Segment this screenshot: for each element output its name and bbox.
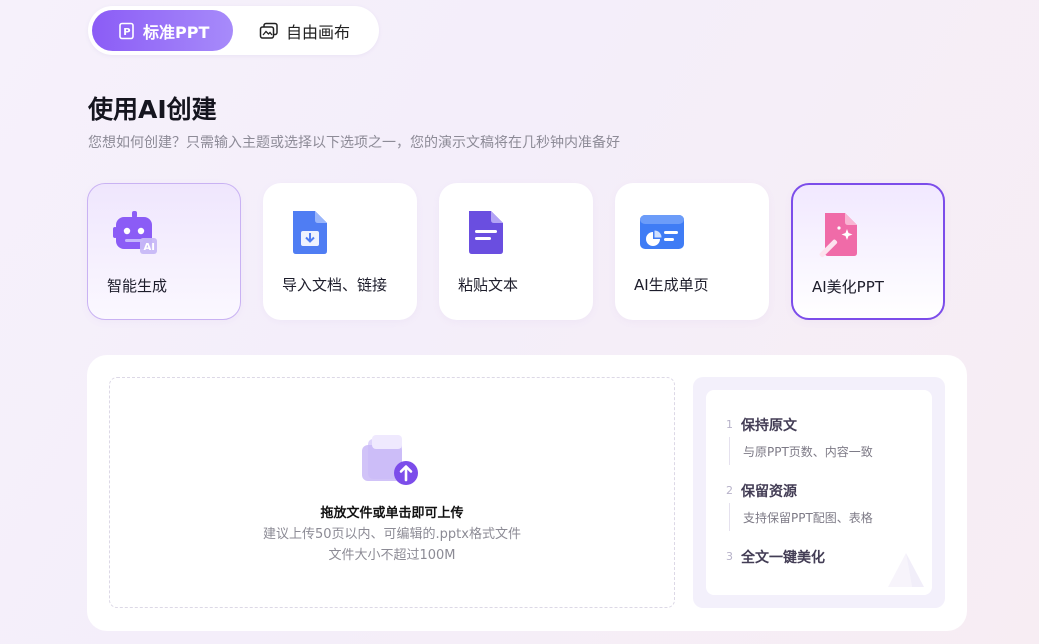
tab-free-canvas[interactable]: 自由画布 [253,10,373,51]
import-document-icon [293,211,327,254]
feature-steps-card: 1 保持原文 与原PPT页数、内容一致 2 保留资源 支持保留PPT配图、表格 … [706,390,932,595]
step-description: 与原PPT页数、内容一致 [743,445,873,459]
option-label: AI美化PPT [812,278,884,296]
step-number: 2 [726,484,733,497]
option-label: AI生成单页 [634,276,709,294]
step-title: 保留资源 [741,484,797,500]
mode-switch: P 标准PPT 自由画布 [88,6,379,55]
paste-text-icon [469,211,503,254]
step-connector [729,503,730,531]
upload-panel: 拖放文件或单击即可上传 建议上传50页以内、可编辑的.pptx格式文件 文件大小… [87,355,967,631]
canvas-icon [259,22,278,39]
step-title: 保持原文 [741,418,797,434]
option-label: 粘贴文本 [458,276,519,294]
option-card-smart-generate[interactable]: AI 智能生成 [87,183,241,320]
tab-standard-ppt[interactable]: P 标准PPT [92,10,233,51]
upload-folder-icon [362,435,418,485]
option-card-paste-text[interactable]: 粘贴文本 [439,183,593,320]
option-label: 智能生成 [107,277,168,295]
magic-wand-icon [819,213,857,258]
svg-text:P: P [123,27,130,38]
step-number: 1 [726,418,733,431]
file-dropzone[interactable]: 拖放文件或单击即可上传 建议上传50页以内、可编辑的.pptx格式文件 文件大小… [109,377,675,608]
tab-free-canvas-label: 自由画布 [286,22,351,42]
svg-text:AI: AI [144,242,155,253]
ppt-icon: P [119,22,134,39]
step-description: 支持保留PPT配图、表格 [743,511,873,525]
page-title: 使用AI创建 [88,95,217,124]
step-connector [729,437,730,465]
dropzone-title: 拖放文件或单击即可上传 [320,506,464,521]
page-subtitle: 您想如何创建？只需输入主题或选择以下选项之一，您的演示文稿将在几秒钟内准备好 [88,135,620,151]
step-title: 全文一键美化 [741,550,825,566]
tab-standard-ppt-label: 标准PPT [143,22,210,42]
ai-robot-icon: AI [113,211,157,254]
feature-steps: 1 保持原文 与原PPT页数、内容一致 2 保留资源 支持保留PPT配图、表格 … [693,377,945,608]
option-card-single-page[interactable]: AI生成单页 [615,183,769,320]
step-number: 3 [726,550,733,563]
dropzone-size-limit: 文件大小不超过100M [328,548,456,563]
option-card-import-document[interactable]: 导入文档、链接 [263,183,417,320]
decorative-paper-plane-icon [888,553,924,587]
option-card-ai-beautify[interactable]: AI美化PPT [791,183,945,320]
single-page-icon [640,215,684,249]
option-label: 导入文档、链接 [282,276,388,294]
dropzone-hint: 建议上传50页以内、可编辑的.pptx格式文件 [263,527,521,542]
